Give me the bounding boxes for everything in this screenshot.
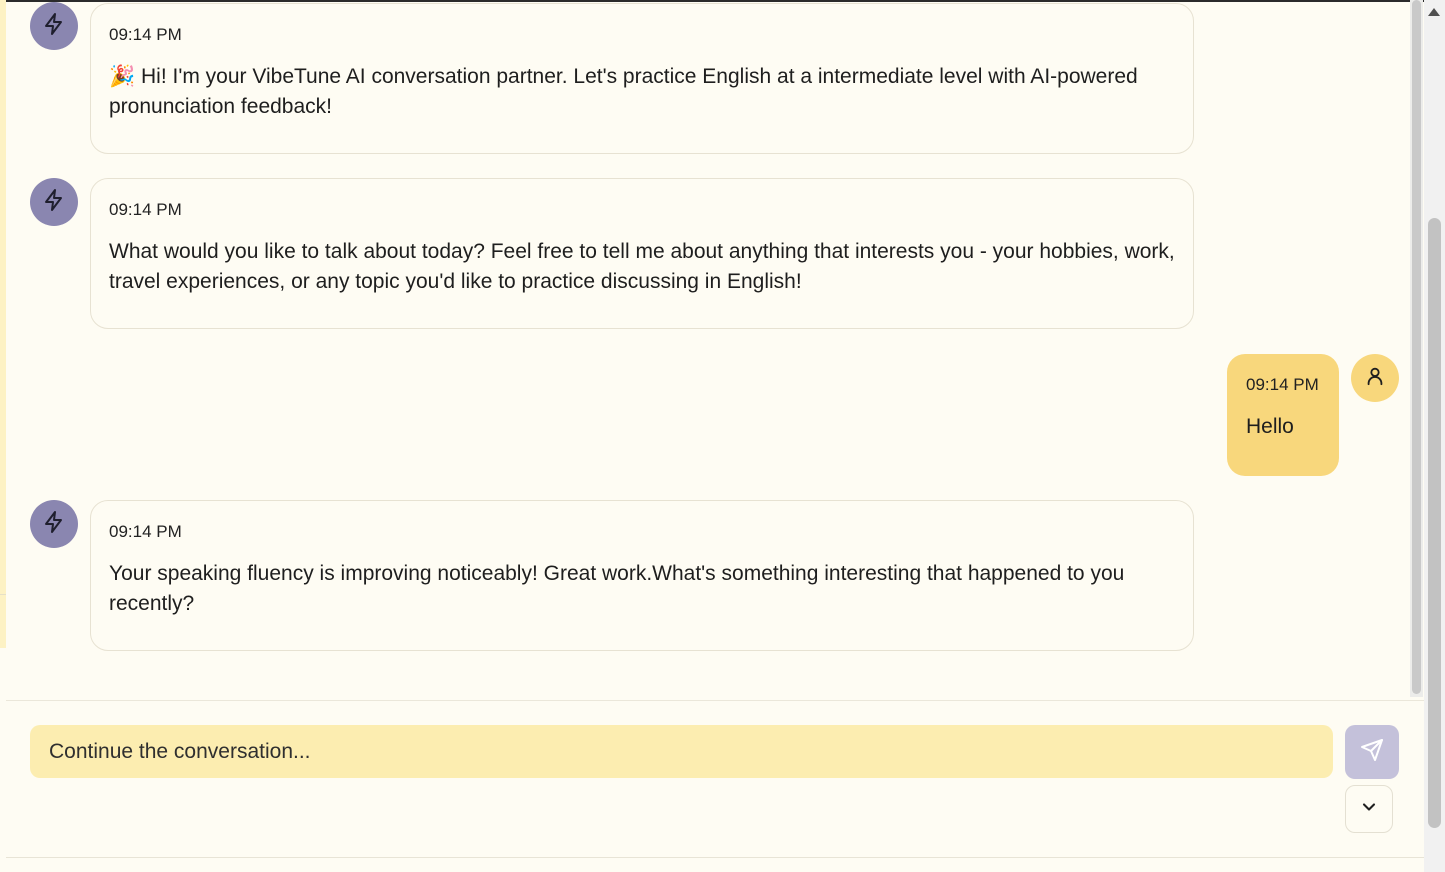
ai-message-bubble: 09:14 PM Your speaking fluency is improv… [90, 500, 1194, 651]
ai-avatar [30, 178, 78, 226]
message-time: 09:14 PM [109, 522, 182, 541]
chat-scrollbar-thumb[interactable] [1412, 0, 1421, 694]
message-text: 🎉 Hi! I'm your VibeTune AI conversation … [109, 65, 1138, 118]
bottom-divider [6, 857, 1424, 858]
ai-avatar [30, 2, 78, 50]
message-text: What would you like to talk about today?… [109, 240, 1175, 293]
message-time: 09:14 PM [109, 25, 182, 44]
message-input[interactable] [30, 725, 1333, 778]
lightning-icon [42, 12, 66, 41]
composer-divider [6, 700, 1424, 701]
scroll-down-button[interactable] [1345, 785, 1393, 833]
party-emoji: 🎉 [109, 65, 136, 88]
chat-messages[interactable]: 09:14 PM 🎉 Hi! I'm your VibeTune AI conv… [6, 2, 1410, 699]
user-message-bubble: 09:14 PM Hello [1227, 354, 1339, 476]
chevron-down-icon [1359, 797, 1379, 822]
chat-scrollbar[interactable] [1410, 0, 1423, 697]
ai-avatar [30, 500, 78, 548]
page-scrollbar-thumb[interactable] [1428, 218, 1441, 828]
page-scrollbar[interactable] [1424, 0, 1445, 872]
send-button[interactable] [1345, 725, 1399, 779]
scroll-up-arrow-icon[interactable] [1428, 8, 1440, 16]
message-time: 09:14 PM [1246, 375, 1319, 394]
message-text: Your speaking fluency is improving notic… [109, 562, 1125, 615]
ai-message-bubble: 09:14 PM 🎉 Hi! I'm your VibeTune AI conv… [90, 3, 1194, 154]
message-time: 09:14 PM [109, 200, 182, 219]
message-text: Hello [1246, 415, 1294, 438]
send-icon [1360, 738, 1384, 767]
lightning-icon [42, 188, 66, 217]
ai-message-bubble: 09:14 PM What would you like to talk abo… [90, 178, 1194, 329]
user-icon [1364, 365, 1386, 392]
user-avatar [1351, 354, 1399, 402]
lightning-icon [42, 510, 66, 539]
